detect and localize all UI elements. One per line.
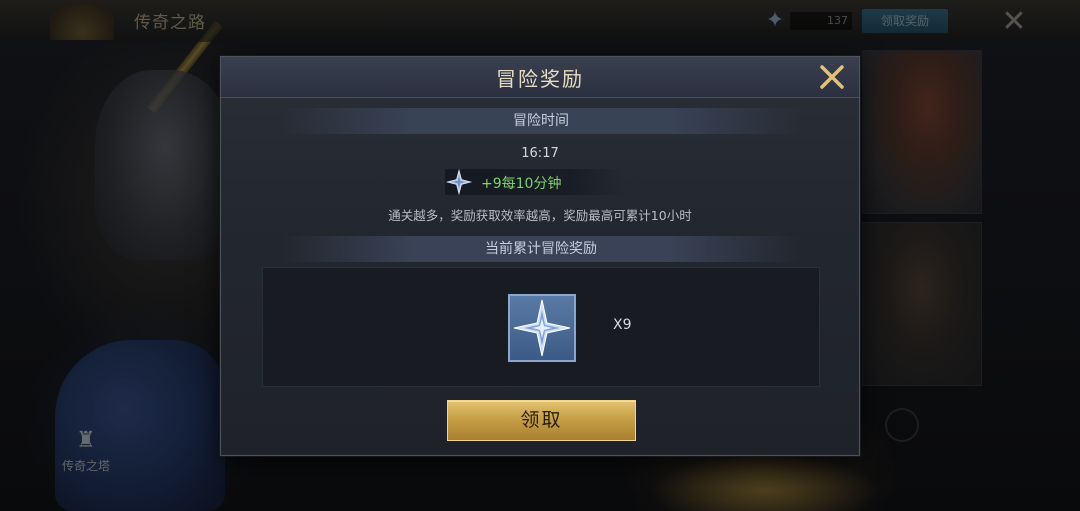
adventure-time-value: 16:17 (521, 146, 559, 161)
dialog-header: 冒险奖励 (221, 57, 859, 98)
adventure-reward-dialog: 冒险奖励 冒险时间 16:17 +9每10分钟 通关越多，奖励获取效率越高，奖励… (220, 56, 860, 456)
section-header-accumulated-reward: 当前累计冒险奖励 (281, 236, 801, 262)
reward-count: X9 (613, 317, 632, 333)
reward-panel: X9 (262, 267, 820, 387)
close-button[interactable] (815, 60, 849, 94)
star-crystal-icon (513, 299, 571, 357)
reward-item[interactable] (508, 294, 576, 362)
reward-rate-row: +9每10分钟 (445, 169, 625, 195)
claim-button[interactable]: 领取 (447, 400, 636, 441)
reward-hint-text: 通关越多，奖励获取效率越高，奖励最高可累计10小时 (388, 208, 692, 223)
section-header-adventure-time: 冒险时间 (281, 108, 801, 134)
star-crystal-icon (445, 169, 473, 195)
dialog-title: 冒险奖励 (496, 67, 584, 91)
close-icon (820, 65, 844, 89)
reward-rate-text: +9每10分钟 (481, 176, 562, 192)
